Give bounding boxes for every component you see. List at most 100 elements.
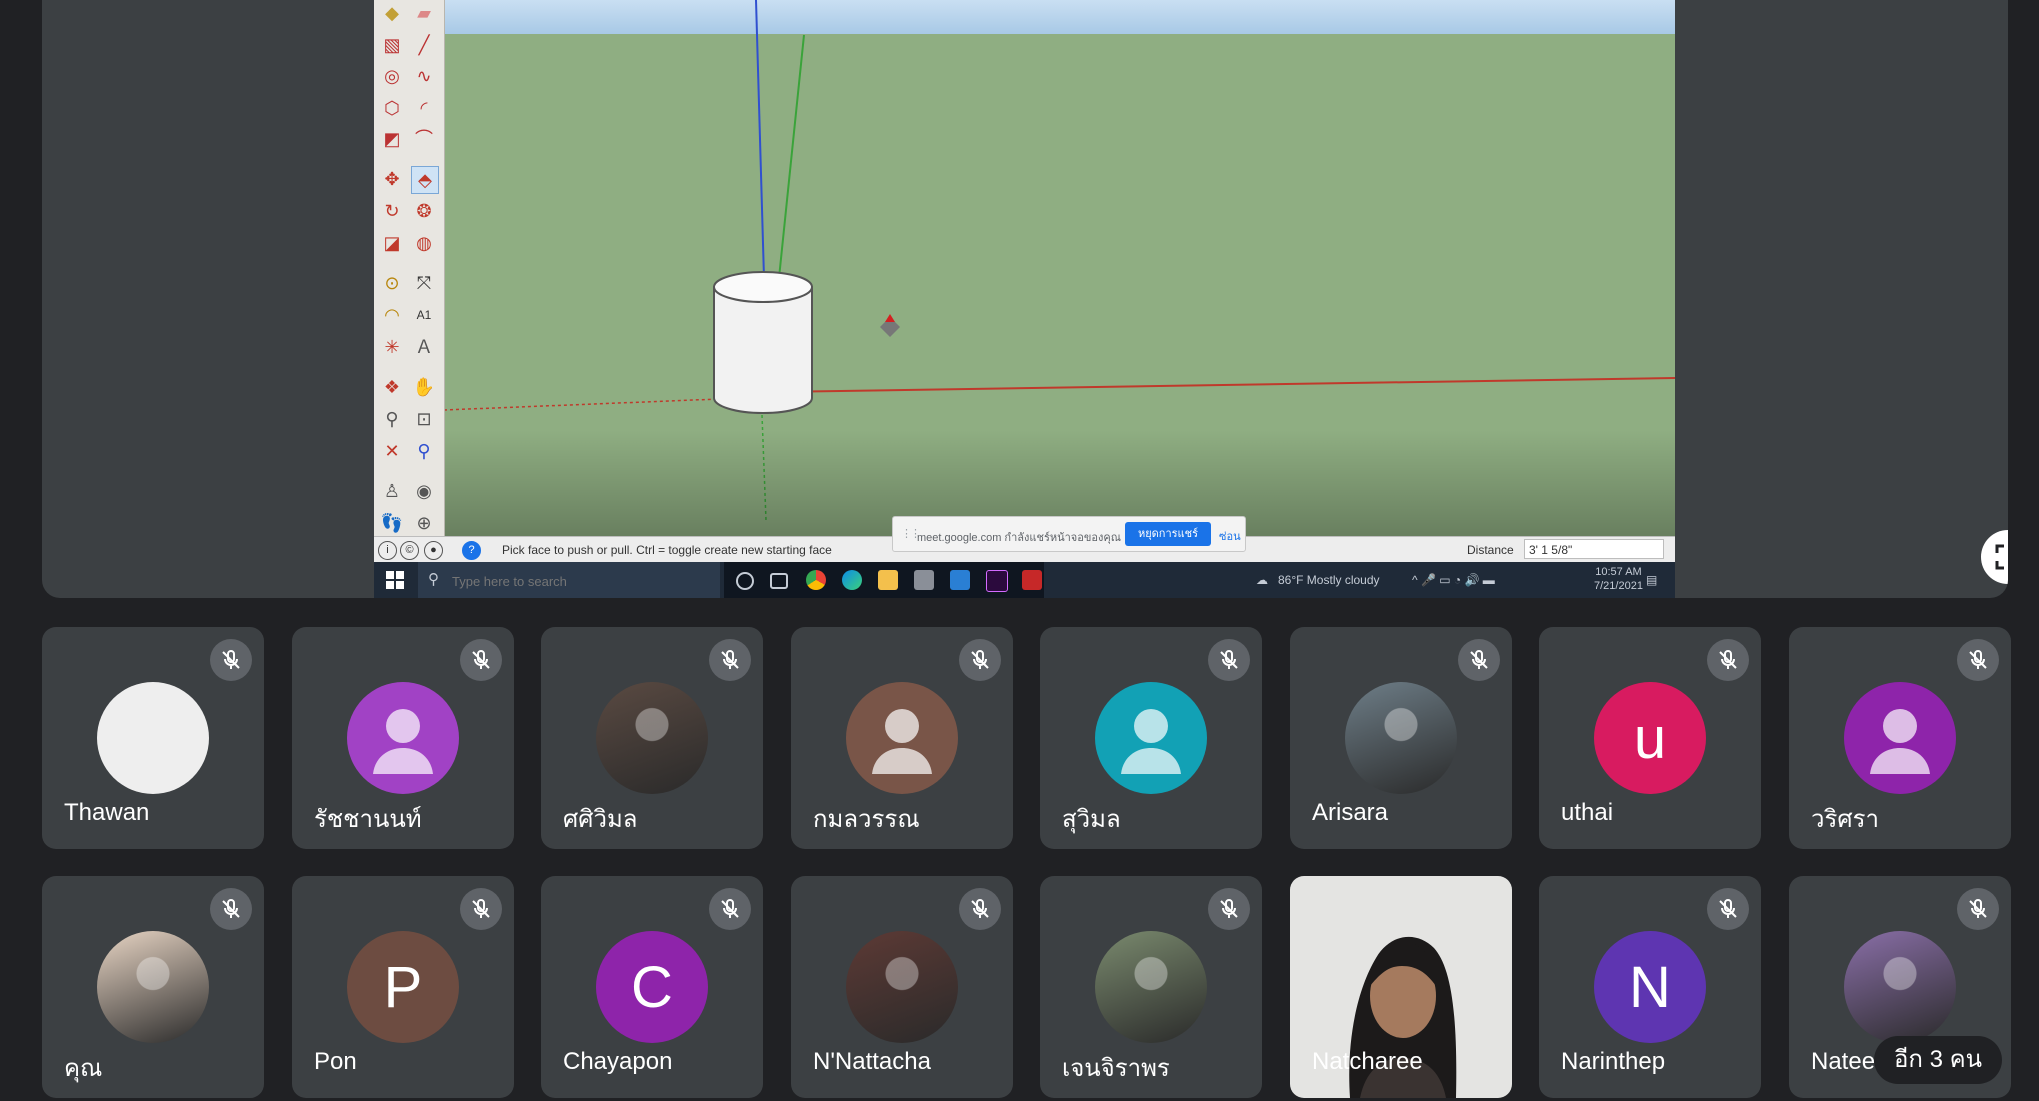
- participant-name: Thawan: [64, 799, 150, 826]
- participant-name: Natee: [1811, 1048, 1876, 1075]
- chrome-icon[interactable]: [806, 570, 826, 590]
- sketchup-app-icon[interactable]: [1022, 570, 1042, 590]
- windows-start-icon[interactable]: [386, 571, 404, 589]
- section-plane-icon[interactable]: ⊕: [411, 510, 437, 536]
- push-pull-icon[interactable]: ⬘: [411, 166, 439, 194]
- arc-icon[interactable]: ◜: [411, 95, 437, 121]
- avatar: [347, 682, 459, 794]
- zoom-extents-icon[interactable]: ✕: [379, 438, 405, 464]
- participant-tile[interactable]: N'Nattacha: [791, 876, 1013, 1098]
- participant-name: Natcharee: [1312, 1048, 1423, 1075]
- edge-icon[interactable]: [842, 570, 862, 590]
- clock-time: 10:57 AM: [1595, 566, 1642, 578]
- avatar-initial: C: [631, 954, 673, 1020]
- eraser-icon[interactable]: ▰: [411, 0, 437, 26]
- rectangle-icon[interactable]: ▧: [379, 32, 405, 58]
- participant-tile[interactable]: Thawan: [42, 627, 264, 849]
- rotate-icon[interactable]: ↻: [379, 198, 405, 224]
- geo-location-icon[interactable]: i: [378, 541, 397, 560]
- follow-me-icon[interactable]: ❂: [411, 198, 437, 224]
- text-icon[interactable]: A1: [411, 302, 437, 328]
- 3d-text-icon[interactable]: Ａ: [411, 334, 437, 360]
- circle-icon[interactable]: ◎: [379, 63, 405, 89]
- participant-tile[interactable]: สุวิมล: [1040, 627, 1262, 849]
- polygon-icon[interactable]: ⬡: [379, 95, 405, 121]
- credits-icon[interactable]: ©: [400, 541, 419, 560]
- weather-icon: ☁: [1256, 573, 1268, 587]
- more-participants-button[interactable]: อีก 3 คน: [1874, 1036, 2003, 1084]
- profile-photo: [1095, 931, 1207, 1043]
- mic-muted-icon: [1957, 639, 1999, 681]
- stop-sharing-button[interactable]: หยุดการแชร์: [1125, 522, 1211, 546]
- line-icon[interactable]: ╱: [411, 32, 437, 58]
- offset-icon[interactable]: ◍: [411, 230, 437, 256]
- participant-tile[interactable]: วริศรา: [1789, 627, 2011, 849]
- participant-tile[interactable]: C Chayapon: [541, 876, 763, 1098]
- participant-tile[interactable]: เจนจิราพร: [1040, 876, 1262, 1098]
- participant-tile[interactable]: Natcharee: [1290, 876, 1512, 1098]
- mic-muted-icon: [1458, 639, 1500, 681]
- mic-muted-icon: [460, 888, 502, 930]
- fullscreen-icon: [1995, 544, 2004, 570]
- distance-field[interactable]: 3' 1 5/8": [1524, 539, 1664, 559]
- dimension-icon[interactable]: ⤧: [411, 270, 437, 296]
- zoom-window-icon[interactable]: ⊡: [411, 406, 437, 432]
- pie-icon[interactable]: ◩: [379, 126, 405, 152]
- freehand-icon[interactable]: ∿: [411, 63, 437, 89]
- taskbar-clock[interactable]: 10:57 AM 7/21/2021: [1594, 565, 1643, 593]
- notifications-icon[interactable]: ▤: [1646, 573, 1657, 587]
- store-icon[interactable]: [914, 570, 934, 590]
- tape-measure-icon[interactable]: ⊙: [379, 270, 405, 296]
- participant-tile[interactable]: รัชชานนท์: [292, 627, 514, 849]
- orbit-icon[interactable]: ❖: [379, 374, 405, 400]
- share-notice-text: meet.google.com กำลังแชร์หน้าจอของคุณ: [917, 532, 1121, 544]
- blue-axis: [755, 0, 765, 279]
- paint-bucket-icon[interactable]: ◆: [379, 0, 405, 26]
- file-explorer-icon[interactable]: [878, 570, 898, 590]
- avatar-initial: P: [383, 954, 423, 1020]
- previous-view-icon[interactable]: ⚲: [411, 438, 437, 464]
- position-camera-icon[interactable]: ♙: [379, 478, 405, 504]
- weather-text[interactable]: 86°F Mostly cloudy: [1278, 573, 1380, 587]
- system-tray-icons[interactable]: ^ 🎤 ▭ ◔ 🔊 ▬: [1412, 573, 1495, 587]
- cylinder[interactable]: [713, 271, 813, 414]
- default-person-icon: [1121, 709, 1181, 774]
- participant-tile[interactable]: P Pon: [292, 876, 514, 1098]
- scale-icon[interactable]: ◪: [379, 230, 405, 256]
- taskbar-search[interactable]: ⚲: [418, 562, 720, 598]
- participant-name: กมลวรรณ: [813, 806, 920, 833]
- walk-icon[interactable]: 👣: [379, 510, 405, 536]
- participant-tile[interactable]: กมลวรรณ: [791, 627, 1013, 849]
- mail-icon[interactable]: [950, 570, 970, 590]
- avatar: u: [1594, 682, 1706, 794]
- premiere-icon[interactable]: [986, 570, 1008, 592]
- participant-tile[interactable]: u uthai: [1539, 627, 1761, 849]
- pan-icon[interactable]: ✋: [411, 374, 437, 400]
- taskbar-search-input[interactable]: [450, 570, 714, 592]
- axes-icon[interactable]: ✳: [379, 334, 405, 360]
- hide-notice-button[interactable]: ซ่อน: [1219, 527, 1241, 545]
- mic-muted-icon: [1707, 888, 1749, 930]
- zoom-icon[interactable]: ⚲: [379, 406, 405, 432]
- participant-name: Pon: [314, 1048, 357, 1075]
- participant-tile[interactable]: Arisara: [1290, 627, 1512, 849]
- participant-name: Arisara: [1312, 799, 1389, 826]
- task-view-icon[interactable]: [770, 573, 788, 589]
- help-icon[interactable]: ?: [462, 541, 481, 560]
- two-point-arc-icon[interactable]: ⌒: [411, 126, 437, 152]
- look-around-icon[interactable]: ◉: [411, 478, 437, 504]
- profile-photo: [1345, 682, 1457, 794]
- participant-tile[interactable]: N Narinthep: [1539, 876, 1761, 1098]
- profile-photo: [1844, 931, 1956, 1043]
- participant-tile[interactable]: คุณ: [42, 876, 264, 1098]
- mic-muted-icon: [959, 888, 1001, 930]
- cortana-icon[interactable]: [736, 572, 754, 590]
- participant-name: วริศรา: [1811, 806, 1879, 833]
- fullscreen-button[interactable]: [1981, 530, 2008, 584]
- move-icon[interactable]: ✥: [379, 166, 405, 192]
- shared-screen: ◆ ▰ ▧ ╱ ◎ ∿ ⬡ ◜ ◩ ⌒ ✥ ⬘ ↻ ❂ ◪ ◍ ⊙ ⤧ ◠ A1…: [374, 0, 1675, 598]
- taskbar-apps: [724, 562, 1044, 598]
- participant-tile[interactable]: ศศิวิมล: [541, 627, 763, 849]
- protractor-icon[interactable]: ◠: [379, 302, 405, 328]
- user-icon[interactable]: ●: [424, 541, 443, 560]
